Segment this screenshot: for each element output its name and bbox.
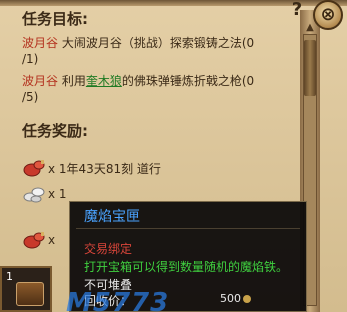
coin-icon xyxy=(243,295,251,303)
close-button[interactable]: ⊗ xyxy=(313,0,343,30)
task-line-1-cont: /1) xyxy=(22,52,39,66)
goal-heading: 任务目标: xyxy=(22,10,88,28)
reward-row[interactable]: x xyxy=(22,228,55,252)
price: 500 xyxy=(220,292,251,305)
task-prefix: 利用 xyxy=(61,74,86,88)
item-description: 打开宝箱可以得到数量随机的魔焰铁。 xyxy=(84,260,289,274)
reward-text: x 1 xyxy=(48,187,67,201)
red-gourd-icon xyxy=(22,157,46,179)
help-button[interactable]: ? xyxy=(289,0,305,20)
chest-icon xyxy=(16,282,44,306)
watermark: M5773 xyxy=(66,288,170,312)
red-gourd-icon xyxy=(22,229,46,251)
quest-panel: 任务目标: 波月谷 大闹波月谷（挑战）探索锻铸之法(0 /1) 波月谷 利用奎木… xyxy=(0,0,347,312)
item-count: 1 xyxy=(6,270,13,283)
task-line-2-cont: /5) xyxy=(22,90,39,104)
reward-row[interactable]: x 1年43天81刻 道行 xyxy=(22,156,161,180)
reward-row[interactable]: x 1 xyxy=(22,182,67,206)
reward-heading: 任务奖励: xyxy=(22,122,88,140)
tooltip-title: 魔焰宝匣 xyxy=(84,209,140,225)
tooltip-divider xyxy=(76,228,300,229)
task-location-link[interactable]: 波月谷 xyxy=(22,74,58,88)
scrollbar-thumb[interactable] xyxy=(304,40,316,96)
binding-status: 交易绑定 xyxy=(84,242,133,256)
silver-ingot-icon xyxy=(22,183,46,205)
item-slot[interactable]: 1 xyxy=(0,266,52,312)
reward-text: x 1年43天81刻 道行 xyxy=(48,161,161,176)
price-value: 500 xyxy=(220,292,241,305)
npc-link[interactable]: 奎木狼 xyxy=(86,74,122,88)
task-line-2[interactable]: 波月谷 利用奎木狼的佛珠弹锤炼折戟之枪(0 xyxy=(22,72,254,89)
task-line-1[interactable]: 波月谷 大闹波月谷（挑战）探索锻铸之法(0 xyxy=(22,34,254,51)
reward-text: x xyxy=(48,233,56,247)
task-location-link[interactable]: 波月谷 xyxy=(22,36,58,50)
task-text: 大闹波月谷（挑战）探索锻铸之法(0 xyxy=(61,36,255,50)
task-suffix: 的佛珠弹锤炼折戟之枪(0 xyxy=(121,74,255,88)
